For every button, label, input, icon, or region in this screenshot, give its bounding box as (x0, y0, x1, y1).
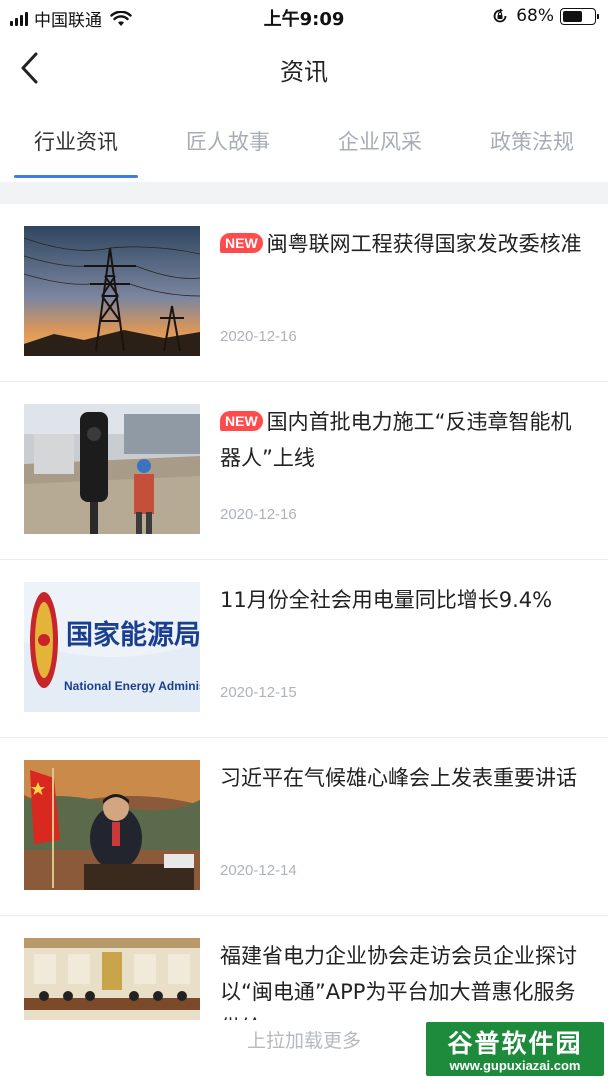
tab-company-style[interactable]: 企业风采 (304, 104, 456, 182)
news-title[interactable]: 11月份全社会用电量同比增长9.4% (220, 582, 586, 618)
watermark-logo: 谷普软件园 www.gupuxiazai.com (424, 1020, 606, 1078)
thumbnail-text: 国家能源局 (66, 619, 200, 651)
news-date: 2020-12-14 (220, 862, 297, 879)
news-list[interactable]: NEW 闽粤联网工程获得国家发改委核准 2020-12-16 NEW 国内首批电… (0, 204, 608, 1020)
tab-bar: 行业资讯 匠人故事 企业风采 政策法规 (0, 104, 608, 182)
news-thumbnail-robot-camera[interactable] (24, 404, 200, 534)
nav-bar: 资讯 (0, 34, 608, 104)
news-thumbnail-meeting-room[interactable] (24, 938, 200, 1020)
news-title[interactable]: 福建省电力企业协会走访会员企业探讨以“闽电通”APP为平台加大普惠化服务供给 (220, 938, 586, 1020)
news-title[interactable]: NEW 闽粤联网工程获得国家发改委核准 (220, 226, 586, 262)
list-item[interactable]: NEW 闽粤联网工程获得国家发改委核准 2020-12-16 (0, 204, 608, 382)
news-title[interactable]: NEW 国内首批电力施工“反违章智能机器人”上线 (220, 404, 586, 476)
news-title[interactable]: 习近平在气候雄心峰会上发表重要讲话 (220, 760, 586, 796)
news-text[interactable]: NEW 国内首批电力施工“反违章智能机器人”上线 (220, 404, 586, 476)
news-thumbnail-nea-logo[interactable]: 国家能源局 National Energy Administration (24, 582, 200, 712)
list-item[interactable]: 习近平在气候雄心峰会上发表重要讲话 2020-12-14 (0, 738, 608, 916)
new-badge: NEW (220, 411, 263, 431)
news-thumbnail-speech[interactable] (24, 760, 200, 890)
page-title: 资讯 (280, 58, 328, 86)
watermark-brand: 谷普软件园 (447, 1029, 583, 1058)
status-bar: 中国联通 上午9:09 68% (0, 0, 608, 34)
section-divider (0, 182, 608, 204)
new-badge: NEW (220, 233, 263, 253)
news-text[interactable]: 11月份全社会用电量同比增长9.4% (220, 582, 586, 618)
rotation-lock-icon (493, 8, 507, 23)
news-date: 2020-12-16 (220, 328, 297, 345)
news-title-text: 闽粤联网工程获得国家发改委核准 (266, 232, 582, 256)
thumbnail-subtext: National Energy Administration (64, 679, 200, 693)
battery-percent: 68% (516, 6, 554, 26)
list-item[interactable]: 福建省电力企业协会走访会员企业探讨以“闽电通”APP为平台加大普惠化服务供给 (0, 916, 608, 1020)
news-text[interactable]: 福建省电力企业协会走访会员企业探讨以“闽电通”APP为平台加大普惠化服务供给 (220, 938, 586, 1020)
battery-fill (563, 10, 583, 22)
list-item[interactable]: NEW 国内首批电力施工“反违章智能机器人”上线 2020-12-16 (0, 382, 608, 560)
watermark-url: www.gupuxiazai.com (449, 1058, 581, 1073)
tab-craftsman-stories[interactable]: 匠人故事 (152, 104, 304, 182)
battery-icon (560, 7, 599, 25)
news-thumbnail-power-tower[interactable] (24, 226, 200, 356)
news-text[interactable]: 习近平在气候雄心峰会上发表重要讲话 (220, 760, 586, 796)
tab-policies[interactable]: 政策法规 (456, 104, 608, 182)
news-text[interactable]: NEW 闽粤联网工程获得国家发改委核准 (220, 226, 586, 262)
news-date: 2020-12-15 (220, 684, 297, 701)
news-date: 2020-12-16 (220, 506, 297, 523)
status-right: 68% (492, 6, 599, 26)
tab-industry-news[interactable]: 行业资讯 (0, 104, 152, 182)
news-title-text: 国内首批电力施工“反违章智能机器人”上线 (220, 410, 572, 470)
list-item[interactable]: 国家能源局 National Energy Administration 11月… (0, 560, 608, 738)
